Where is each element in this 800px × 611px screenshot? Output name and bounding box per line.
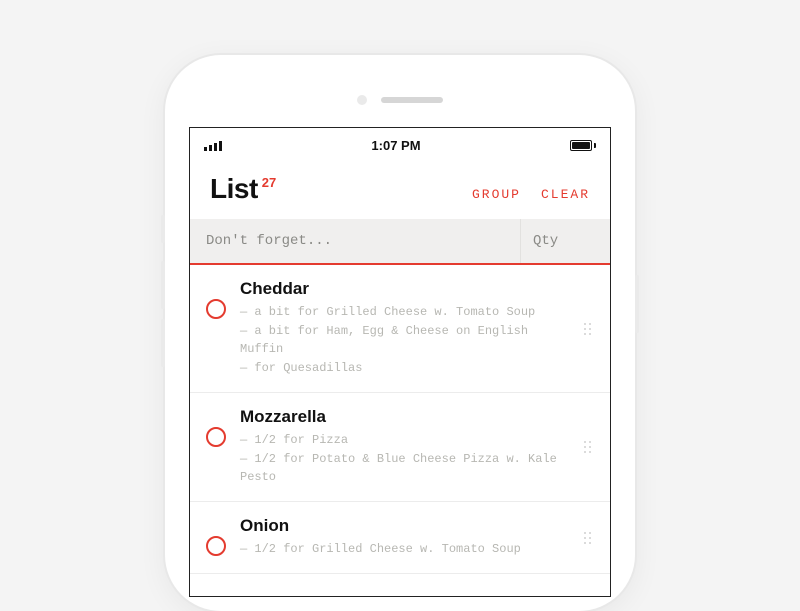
item-qty-input[interactable]: Qty — [520, 219, 610, 263]
item-name: Cheddar — [240, 279, 570, 299]
item-body: Onion — 1/2 for Grilled Cheese w. Tomato… — [240, 516, 570, 559]
item-body: Cheddar — a bit for Grilled Cheese w. To… — [240, 279, 570, 378]
phone-bezel: 1:07 PM List 27 GROUP CLEAR Don't forget… — [179, 69, 621, 597]
list-item[interactable]: Cheddar — a bit for Grilled Cheese w. To… — [190, 265, 610, 393]
phone-power-button — [635, 275, 639, 333]
group-button[interactable]: GROUP — [472, 187, 521, 202]
phone-sensors — [189, 79, 611, 121]
phone-volume-down — [161, 319, 165, 367]
item-note: — for Quesadillas — [240, 359, 570, 377]
phone-mute-switch — [161, 215, 165, 243]
page-title-wrap: List 27 — [210, 173, 276, 205]
item-note: — 1/2 for Pizza — [240, 431, 570, 449]
item-name: Mozzarella — [240, 407, 570, 427]
drag-handle-icon[interactable] — [584, 323, 598, 335]
items-list: Cheddar — a bit for Grilled Cheese w. To… — [190, 265, 610, 574]
list-item[interactable]: Mozzarella — 1/2 for Pizza — 1/2 for Pot… — [190, 393, 610, 502]
page-title: List — [210, 173, 258, 205]
item-name: Onion — [240, 516, 570, 536]
signal-icon — [204, 140, 222, 151]
item-note: — a bit for Grilled Cheese w. Tomato Sou… — [240, 303, 570, 321]
complete-toggle[interactable] — [206, 427, 226, 447]
camera-icon — [357, 95, 367, 105]
clear-button[interactable]: CLEAR — [541, 187, 590, 202]
status-bar: 1:07 PM — [190, 128, 610, 159]
item-count-badge: 27 — [262, 175, 276, 190]
item-body: Mozzarella — 1/2 for Pizza — 1/2 for Pot… — [240, 407, 570, 487]
list-item[interactable]: Onion — 1/2 for Grilled Cheese w. Tomato… — [190, 502, 610, 574]
app-screen: 1:07 PM List 27 GROUP CLEAR Don't forget… — [189, 127, 611, 597]
phone-frame: 1:07 PM List 27 GROUP CLEAR Don't forget… — [165, 55, 635, 611]
header: List 27 GROUP CLEAR — [190, 159, 610, 219]
drag-handle-icon[interactable] — [584, 441, 598, 453]
complete-toggle[interactable] — [206, 299, 226, 319]
complete-toggle[interactable] — [206, 536, 226, 556]
item-name-input[interactable]: Don't forget... — [190, 219, 520, 263]
header-actions: GROUP CLEAR — [472, 187, 590, 202]
status-time: 1:07 PM — [371, 138, 420, 153]
battery-icon — [570, 140, 596, 151]
phone-volume-up — [161, 261, 165, 309]
drag-handle-icon[interactable] — [584, 532, 598, 544]
item-note: — a bit for Ham, Egg & Cheese on English… — [240, 322, 570, 358]
speaker-grille — [381, 97, 443, 103]
item-note: — 1/2 for Potato & Blue Cheese Pizza w. … — [240, 450, 570, 486]
add-item-row: Don't forget... Qty — [190, 219, 610, 265]
item-note: — 1/2 for Grilled Cheese w. Tomato Soup — [240, 540, 570, 558]
